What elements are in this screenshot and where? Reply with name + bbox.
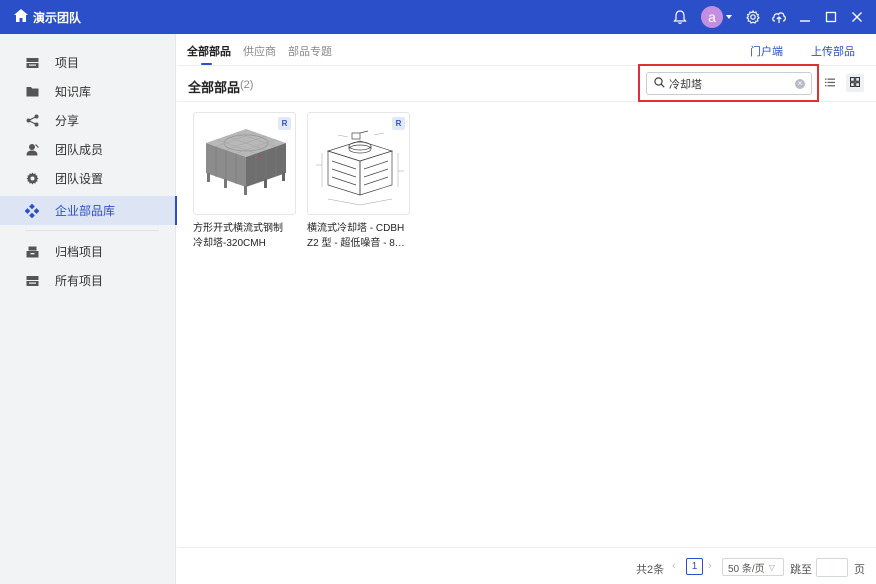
sidebar: 项目 知识库 分享 团队成员 团队设置 企业部品库 归档项目 所有项目 <box>0 34 177 584</box>
sidebar-item-knowledge-base[interactable]: 知识库 <box>0 77 176 106</box>
project-icon <box>25 56 39 70</box>
sidebar-item-team-settings[interactable]: 团队设置 <box>0 164 176 193</box>
page-number-button[interactable]: 1 <box>686 558 703 575</box>
team-title: 演示团队 <box>33 10 82 25</box>
sidebar-item-label: 知识库 <box>55 85 92 99</box>
next-page-icon[interactable]: › <box>708 560 712 572</box>
chevron-down-icon: ▽ <box>768 562 775 572</box>
sidebar-divider <box>25 230 159 231</box>
avatar-dropdown-icon[interactable] <box>726 15 732 19</box>
sidebar-item-share[interactable]: 分享 <box>0 106 176 135</box>
page-title: 全部部品 <box>188 80 241 95</box>
minimize-icon[interactable] <box>794 6 816 28</box>
title-bar: 演示团队 a <box>0 0 876 34</box>
gear-icon[interactable] <box>742 6 764 28</box>
portal-link[interactable]: 门户端 <box>750 43 783 59</box>
sidebar-item-all-projects[interactable]: 所有项目 <box>0 266 176 295</box>
part-name-line: 方形开式横流式钢制 <box>193 223 283 234</box>
upload-parts-link[interactable]: 上传部品 <box>811 43 855 59</box>
cloud-upload-icon[interactable] <box>768 6 790 28</box>
revit-badge: R <box>392 117 405 130</box>
sidebar-item-team-members[interactable]: 团队成员 <box>0 135 176 164</box>
search-icon <box>654 76 665 91</box>
page-size-value: 50 条/页 <box>728 563 765 575</box>
clear-search-icon[interactable]: × <box>795 79 805 89</box>
tab-all-parts[interactable]: 全部部品 <box>187 43 231 65</box>
search-box[interactable]: × <box>646 72 812 95</box>
list-view-button[interactable] <box>821 74 839 92</box>
sidebar-item-projects[interactable]: 项目 <box>0 48 176 77</box>
maximize-icon[interactable] <box>820 6 842 28</box>
grid-view-button[interactable] <box>846 74 864 92</box>
revit-badge: R <box>278 117 291 130</box>
sidebar-item-label: 团队设置 <box>55 172 104 186</box>
sidebar-item-archived-projects[interactable]: 归档项目 <box>0 237 176 266</box>
sidebar-item-label: 企业部品库 <box>55 204 116 218</box>
part-name: 横流式冷却塔 - CDBH Z2 型 - 超低噪音 - 8… <box>307 221 410 251</box>
page-unit-label: 页 <box>854 564 865 576</box>
tab-suppliers[interactable]: 供应商 <box>243 43 276 59</box>
jump-page-input[interactable] <box>816 558 848 577</box>
pagination: 共2条 ‹ 1 › 50 条/页 ▽ 跳至 页 <box>177 547 876 584</box>
prev-page-icon[interactable]: ‹ <box>672 560 676 572</box>
folder-icon <box>25 85 39 99</box>
notification-bell-icon[interactable] <box>669 6 691 28</box>
archive-icon <box>25 245 39 259</box>
team-members-icon <box>25 143 39 157</box>
settings-icon <box>25 172 39 186</box>
result-count: (2) <box>240 79 254 91</box>
jump-label: 跳至 <box>790 564 812 576</box>
home-icon <box>14 9 33 25</box>
search-input[interactable] <box>669 77 789 90</box>
sidebar-item-label: 所有项目 <box>55 274 104 288</box>
part-thumbnail: R <box>193 112 296 215</box>
sidebar-item-label: 团队成员 <box>55 143 104 157</box>
sidebar-item-label: 分享 <box>55 114 80 128</box>
part-name-line: 横流式冷却塔 - CDBH <box>307 223 405 234</box>
part-name-line: 冷却塔-320CMH <box>193 238 266 249</box>
part-thumbnail: R <box>307 112 410 215</box>
part-card[interactable]: R 横流式冷却塔 - CDBH Z2 型 - 超低噪音 - 8… <box>307 112 410 251</box>
part-name-line: Z2 型 - 超低噪音 - 8… <box>307 238 405 249</box>
team-brand[interactable]: 演示团队 <box>0 9 81 26</box>
sidebar-item-parts-library[interactable]: 企业部品库 <box>0 196 177 225</box>
share-icon <box>25 114 39 128</box>
tab-parts-topics[interactable]: 部品专题 <box>288 43 332 59</box>
total-count: 共2条 <box>636 564 665 576</box>
sidebar-item-label: 归档项目 <box>55 245 104 259</box>
tab-bar: 全部部品 供应商 部品专题 门户端 上传部品 <box>177 34 876 66</box>
close-icon[interactable] <box>846 6 868 28</box>
parts-library-icon <box>25 203 39 218</box>
part-card[interactable]: R 方形开式横流式钢制 冷却塔-320CMH <box>193 112 296 251</box>
part-name: 方形开式横流式钢制 冷却塔-320CMH <box>193 221 296 251</box>
grid-view-icon <box>849 76 861 90</box>
main-content: 全部部品 供应商 部品专题 门户端 上传部品 全部部品 (2) × <box>177 34 876 584</box>
avatar[interactable]: a <box>701 6 723 28</box>
page-size-select[interactable]: 50 条/页 ▽ <box>722 558 784 576</box>
list-view-icon <box>825 76 835 90</box>
sidebar-item-label: 项目 <box>55 56 80 70</box>
all-projects-icon <box>25 274 39 288</box>
